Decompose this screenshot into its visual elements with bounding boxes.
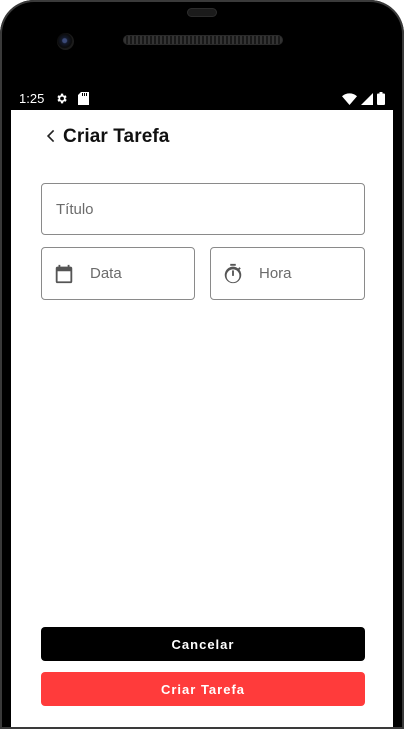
signal-icon (361, 92, 373, 108)
timer-icon (221, 262, 245, 286)
battery-icon (377, 92, 385, 108)
status-bar: 1:25 (11, 88, 393, 110)
date-input[interactable] (90, 265, 194, 282)
title-field[interactable] (41, 183, 365, 235)
app-screen: Criar Tarefa Cancelar Criar Tarefa (11, 110, 393, 729)
page-title: Criar Tarefa (63, 126, 170, 147)
gear-icon (55, 92, 68, 108)
speaker-grille (123, 35, 283, 45)
status-right-icons (342, 92, 385, 108)
status-time: 1:25 (19, 91, 45, 106)
app-bar: Criar Tarefa (11, 110, 393, 166)
chevron-left-icon (44, 129, 58, 148)
calendar-icon (52, 262, 76, 286)
date-field[interactable] (41, 247, 195, 300)
time-field[interactable] (210, 247, 365, 300)
front-camera (57, 33, 74, 50)
sd-card-icon (78, 92, 89, 108)
earpiece (187, 8, 217, 17)
time-input[interactable] (259, 265, 364, 282)
cancel-button[interactable]: Cancelar (41, 627, 365, 661)
create-task-button[interactable]: Criar Tarefa (41, 672, 365, 706)
title-input[interactable] (56, 200, 364, 218)
phone-frame: 1:25 Criar Tarefa Título Data Hora Cance… (0, 0, 404, 729)
back-button[interactable] (39, 126, 63, 150)
wifi-icon (342, 92, 357, 108)
